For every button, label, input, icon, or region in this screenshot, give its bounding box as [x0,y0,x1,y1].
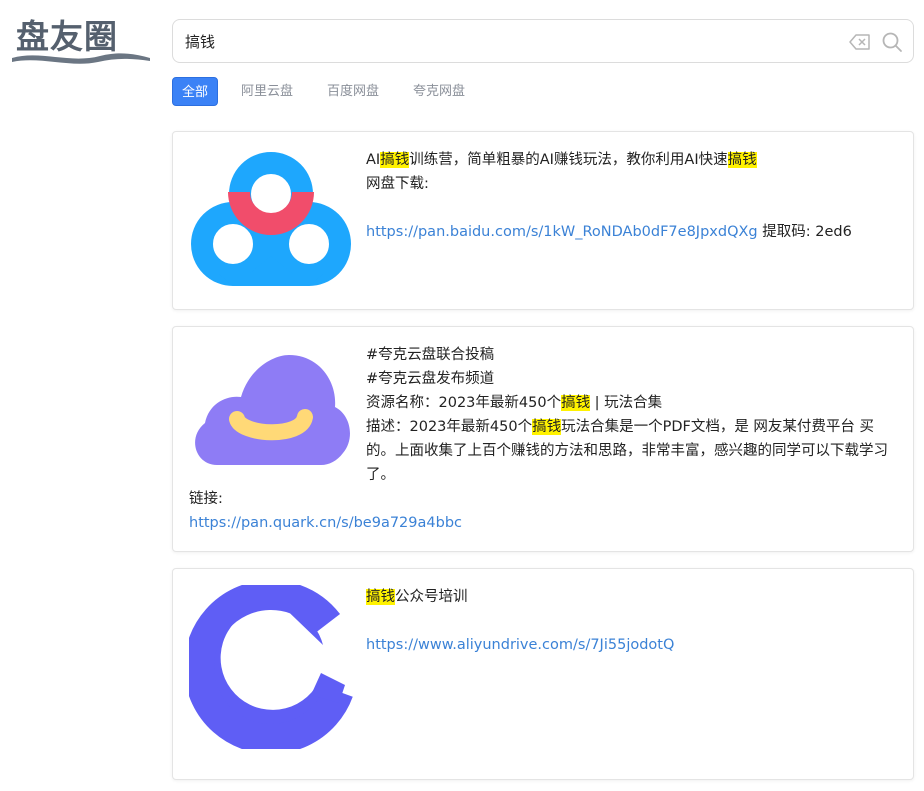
logo-text: 盘友圈 [16,17,118,56]
share-link[interactable]: https://pan.baidu.com/s/1kW_RoNDAb0dF7e8… [366,224,758,240]
result-card: 搞钱公众号培训 https://www.aliyundrive.com/s/7J… [172,568,914,780]
quark-cloud-icon [195,355,350,465]
filter-tabs: 全部 阿里云盘 百度网盘 夸克网盘 [172,77,490,106]
site-logo[interactable]: 盘友圈 [10,14,150,66]
share-link[interactable]: https://pan.quark.cn/s/be9a729a4bbc [189,511,897,535]
result-body: 搞钱公众号培训 https://www.aliyundrive.com/s/7J… [366,585,897,657]
search-icon[interactable] [881,31,903,53]
tab-quark[interactable]: 夸克网盘 [404,77,474,106]
tab-baidu[interactable]: 百度网盘 [318,77,388,106]
resource-name: 资源名称：2023年最新450个搞钱 | 玩法合集 [366,395,663,411]
tag-line: #夸克云盘发布频道 [366,371,495,387]
search-input[interactable]: 搞钱 [185,20,215,64]
tab-all[interactable]: 全部 [172,77,219,106]
resource-description: 描述：2023年最新450个搞钱玩法合集是一个PDF文档，是 网友某付费平台 买… [366,419,888,483]
extract-code: 提取码: 2ed6 [757,224,852,240]
tab-aliyun[interactable]: 阿里云盘 [232,77,302,106]
download-label: 网盘下载: [366,176,429,192]
result-body: AI搞钱训练营，简单粗暴的AI赚钱玩法，教你利用AI快速搞钱 网盘下载: htt… [366,148,897,244]
tag-line: #夸克云盘联合投稿 [366,347,495,363]
baidu-netdisk-icon [191,152,351,286]
link-block: 链接: https://pan.quark.cn/s/be9a729a4bbc [189,487,897,535]
result-body: #夸克云盘联合投稿 #夸克云盘发布频道 资源名称：2023年最新450个搞钱 |… [366,343,897,487]
result-title: AI搞钱训练营，简单粗暴的AI赚钱玩法，教你利用AI快速搞钱 [366,152,757,168]
link-label: 链接: [189,491,223,507]
result-title: 搞钱公众号培训 [366,589,468,605]
share-link[interactable]: https://www.aliyundrive.com/s/7Ji55jodot… [366,633,897,657]
result-card: AI搞钱训练营，简单粗暴的AI赚钱玩法，教你利用AI快速搞钱 网盘下载: htt… [172,131,914,310]
clear-icon[interactable] [849,33,871,51]
result-card: #夸克云盘联合投稿 #夸克云盘发布频道 资源名称：2023年最新450个搞钱 |… [172,326,914,552]
download-line: https://pan.baidu.com/s/1kW_RoNDAb0dF7e8… [366,220,897,244]
aliyundrive-icon [189,585,353,749]
search-box[interactable]: 搞钱 [172,19,914,63]
